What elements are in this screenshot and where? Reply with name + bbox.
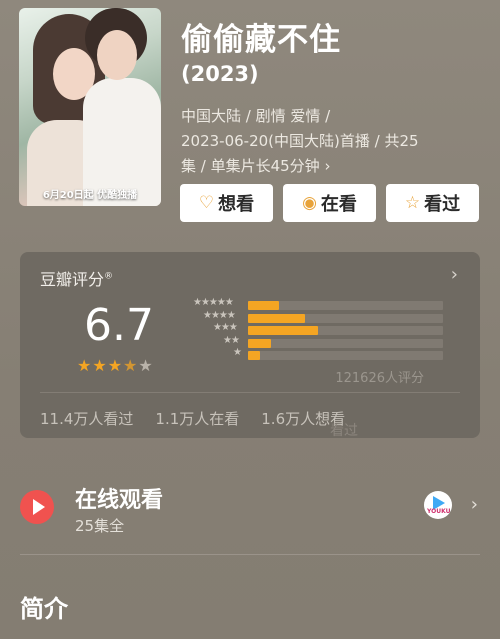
watched-label: 看过 bbox=[424, 194, 461, 215]
divider bbox=[20, 554, 480, 555]
star-level-icon: ★★★★★ bbox=[193, 297, 234, 308]
watching-label: 在看 bbox=[320, 194, 357, 215]
star-icon: ★ bbox=[107, 356, 124, 375]
star-icon: ★ bbox=[92, 356, 108, 375]
rating-score: 6.7 bbox=[84, 300, 154, 351]
show-title: 偷偷藏不住 bbox=[181, 22, 341, 58]
distribution-bar bbox=[248, 326, 319, 335]
chevron-right-icon[interactable]: › bbox=[451, 264, 458, 285]
star-level-icon: ★★★ bbox=[213, 322, 238, 333]
star-icon: ★ bbox=[123, 356, 139, 375]
rating-card[interactable]: 豆瓣评分® › 6.7 ★★★★★ ★★★★★ ★★★★ ★★★ ★★ ★ 121626… bbox=[20, 252, 480, 439]
watched-button[interactable]: ☆ 看过 bbox=[386, 184, 479, 222]
distribution-track bbox=[248, 351, 443, 360]
divider bbox=[40, 392, 460, 393]
distribution-bar bbox=[248, 313, 305, 323]
heart-plus-icon: ♡ bbox=[198, 193, 215, 213]
show-meta[interactable]: 中国大陆 / 剧情 爱情 / 2023-06-20(中国大陆)首播 / 共25 … bbox=[181, 104, 481, 179]
distribution-track bbox=[248, 326, 443, 335]
audience-stats: 11.4万人看过 1.1万人在看 1.6万人想看 bbox=[40, 408, 345, 429]
star-icon: ★ bbox=[77, 356, 93, 375]
star-outline-icon: ☆ bbox=[404, 193, 421, 213]
distribution-bar bbox=[248, 351, 260, 360]
poster-image[interactable]: 6月20日起 优酷独播 bbox=[19, 8, 161, 206]
play-icon[interactable] bbox=[20, 490, 54, 524]
distribution-bar bbox=[248, 301, 280, 310]
action-buttons: ♡ 想看 ◉ 在看 ☆ 看过 bbox=[180, 184, 479, 222]
rating-card-title: 豆瓣评分® bbox=[40, 270, 114, 289]
want-label: 想看 bbox=[218, 194, 255, 215]
distribution-bar bbox=[248, 338, 272, 348]
star-icon: ★ bbox=[138, 356, 154, 375]
distribution-track bbox=[248, 313, 443, 323]
star-level-icon: ★★ bbox=[223, 334, 240, 346]
star-level-icon: ★★★★ bbox=[203, 309, 236, 321]
distribution-track bbox=[248, 301, 443, 310]
watched-count[interactable]: 11.4万人看过 bbox=[40, 408, 133, 429]
episode-count: 25集全 bbox=[75, 517, 125, 535]
intro-heading: 简介 bbox=[20, 595, 68, 623]
meta-line: 中国大陆 / 剧情 爱情 / bbox=[181, 107, 331, 125]
watching-button[interactable]: ◉ 在看 bbox=[283, 184, 376, 222]
rating-stars: ★★★★★ bbox=[77, 356, 154, 375]
show-year: (2023) bbox=[181, 62, 259, 86]
target-circle-icon: ◉ bbox=[302, 193, 317, 213]
want-to-watch-button[interactable]: ♡ 想看 bbox=[180, 184, 273, 222]
vote-count: 121626人评分 bbox=[335, 371, 424, 386]
poster-caption: 6月20日起 优酷独播 bbox=[42, 190, 138, 201]
watermark: 看过 bbox=[330, 423, 358, 439]
chevron-right-icon[interactable]: › bbox=[471, 494, 478, 515]
online-watch-title[interactable]: 在线观看 bbox=[75, 482, 163, 514]
meta-line: 集 / 单集片长45分钟 › bbox=[181, 157, 331, 175]
meta-line: 2023-06-20(中国大陆)首播 / 共25 bbox=[181, 132, 419, 150]
youku-logo-icon[interactable]: YOUKU bbox=[424, 491, 452, 519]
star-level-icon: ★ bbox=[233, 347, 242, 358]
distribution-track bbox=[248, 338, 443, 348]
watching-count[interactable]: 1.1万人在看 bbox=[155, 408, 239, 429]
